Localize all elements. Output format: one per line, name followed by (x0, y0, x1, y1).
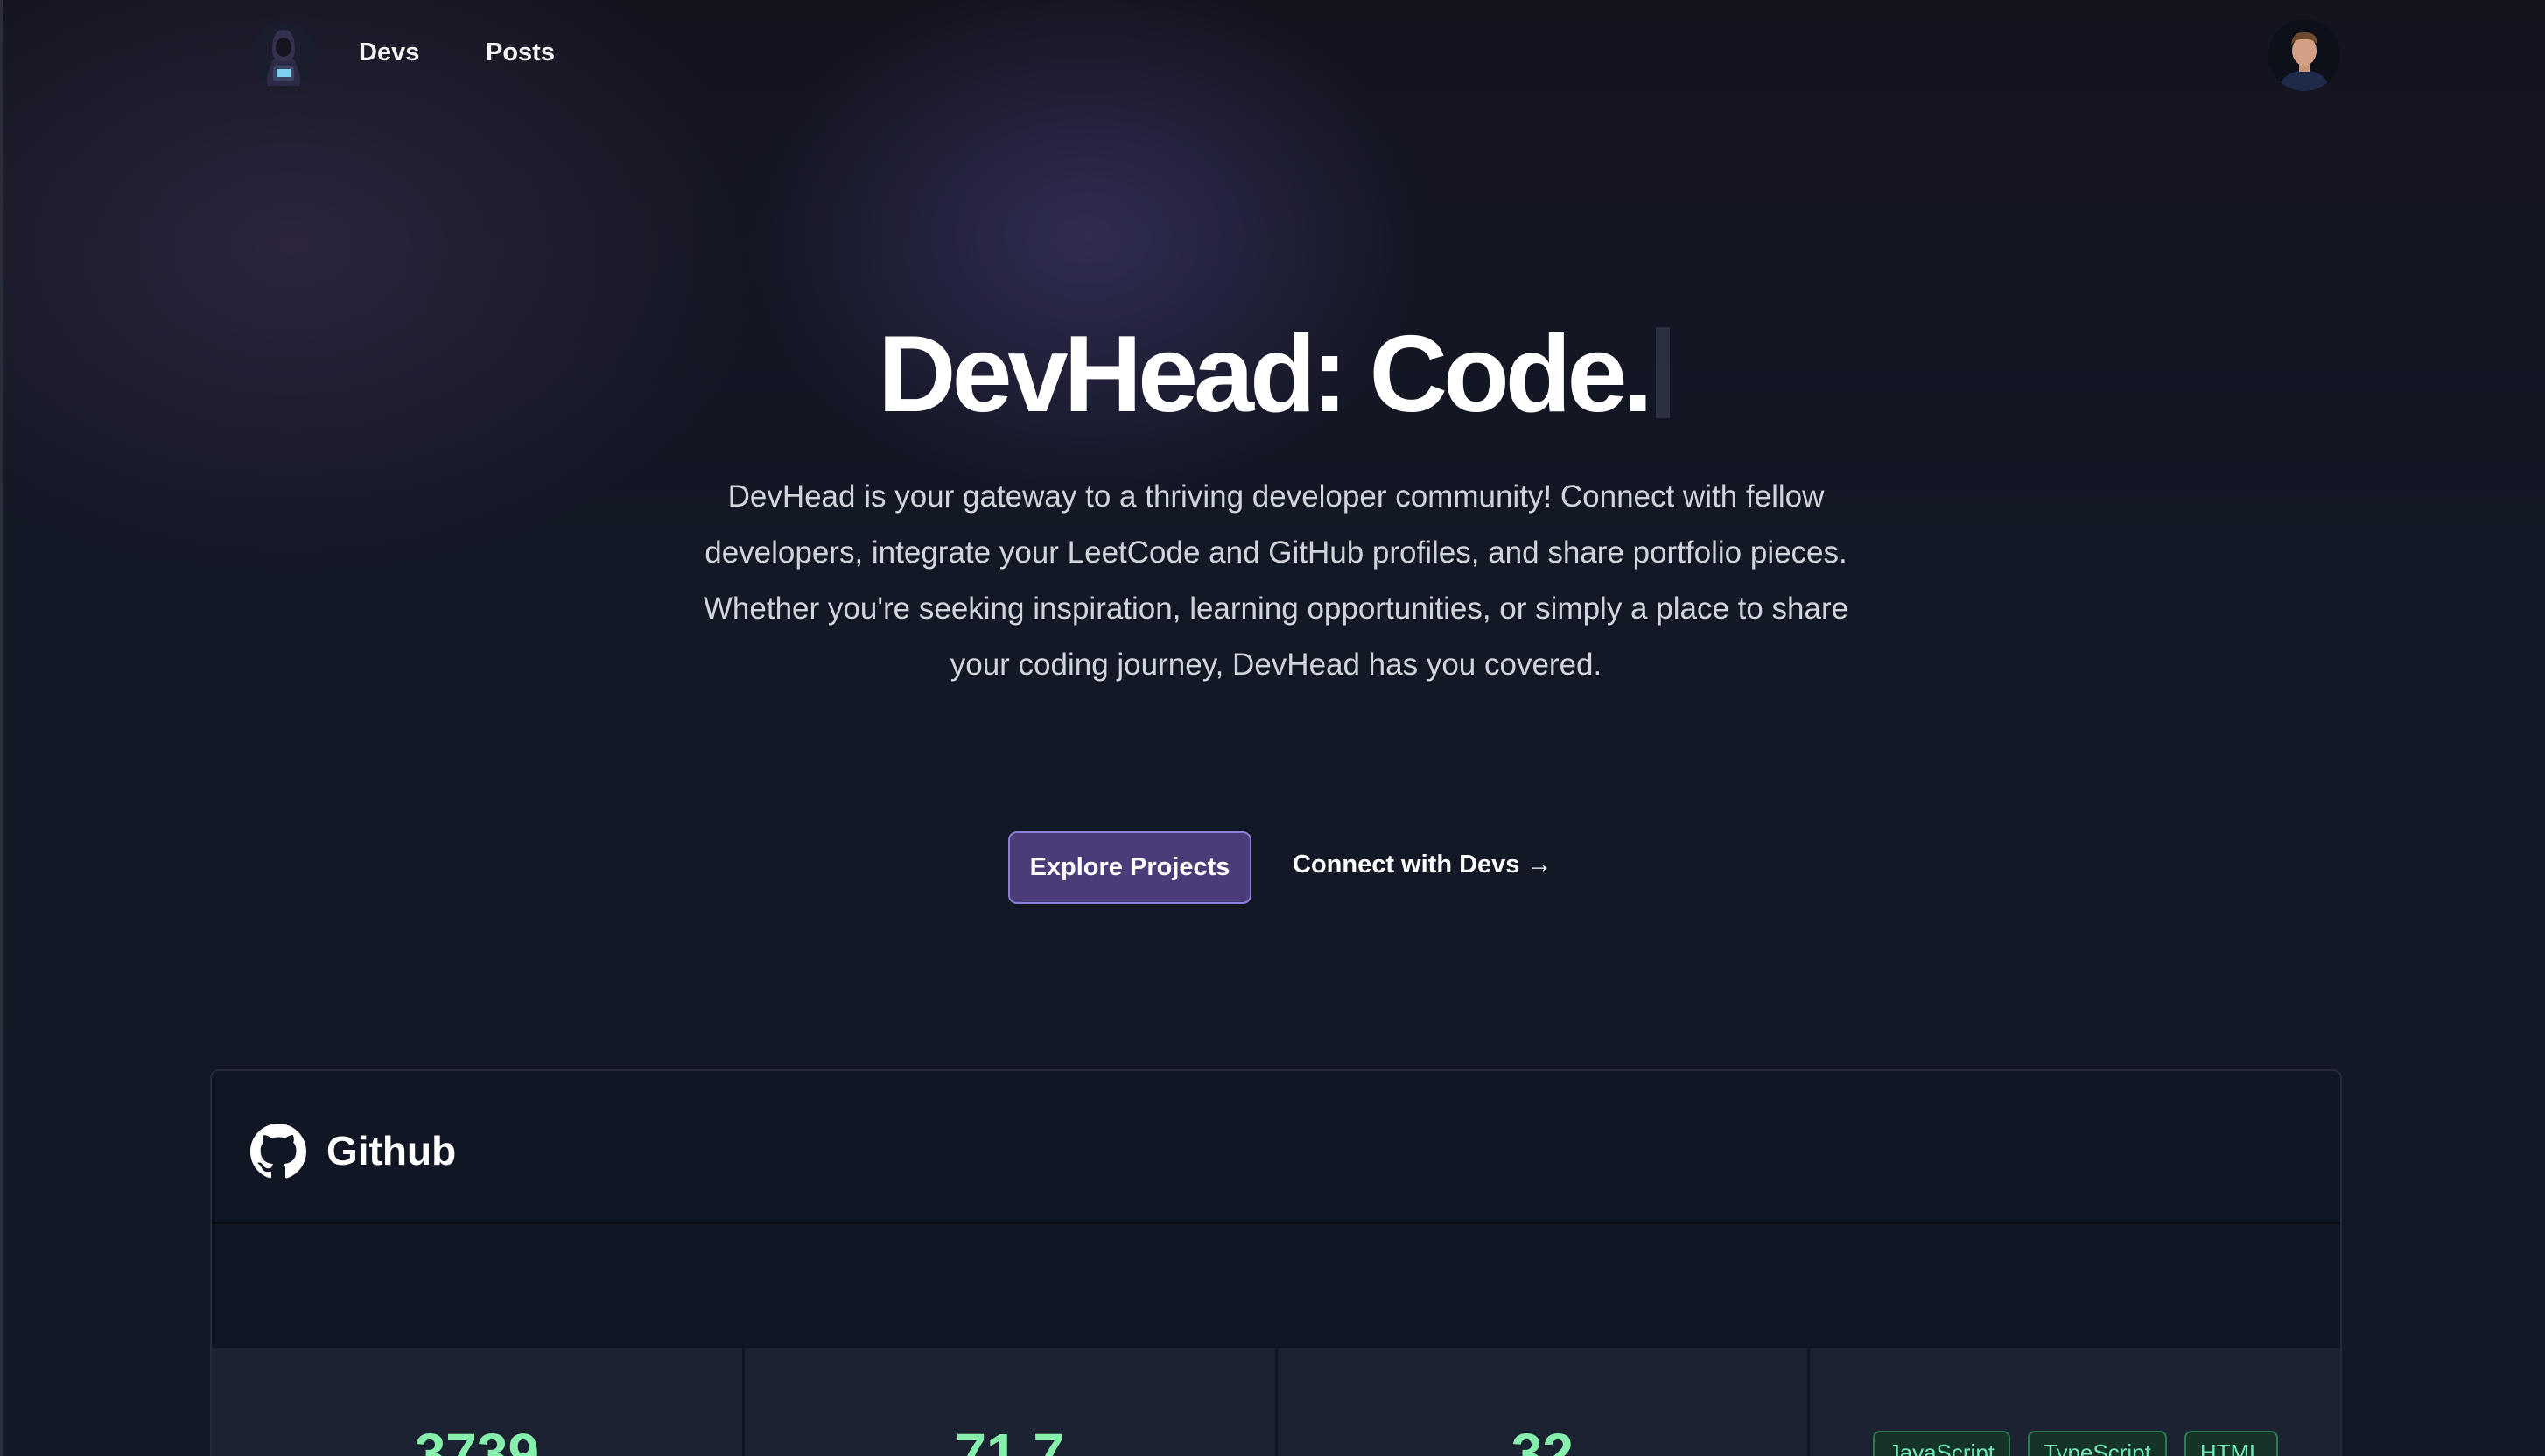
stat-cell: 3739 (212, 1348, 745, 1456)
stat-cell-languages: JavaScript TypeScript HTML (1810, 1348, 2340, 1456)
stat-value-3: 32 (1511, 1422, 1574, 1456)
language-tags: JavaScript TypeScript HTML (1810, 1431, 2340, 1456)
github-card-title: Github (326, 1128, 457, 1173)
explore-projects-button[interactable]: Explore Projects (1008, 831, 1251, 904)
stat-value-1: 3739 (414, 1422, 540, 1456)
stat-cell: 32 (1277, 1348, 1811, 1456)
typing-caret (1655, 327, 1670, 418)
nav-link-devs[interactable]: Devs (359, 38, 419, 67)
github-icon (250, 1124, 306, 1180)
top-nav: Devs Posts (3, 0, 2545, 112)
hero-title: DevHead: Code. (3, 313, 2545, 436)
user-avatar[interactable] (2268, 19, 2340, 91)
github-stats: 3739 71.7 32 JavaScript TypeScript HTML (212, 1348, 2340, 1456)
hero-description: DevHead is your gateway to a thriving de… (703, 480, 1849, 682)
connect-with-devs-link[interactable]: Connect with Devs → (1293, 850, 1553, 879)
nav-link-posts[interactable]: Posts (486, 38, 555, 67)
language-tag: JavaScript (1872, 1431, 2011, 1456)
github-card: Github 3739 71.7 32 JavaScript TypeScrip… (210, 1069, 2342, 1456)
language-tag: TypeScript (2028, 1431, 2167, 1456)
language-tag: HTML (2184, 1431, 2278, 1456)
stat-cell: 71.7 (744, 1348, 1278, 1456)
github-card-header: Github (212, 1071, 2340, 1224)
page: Devs Posts DevHead: Code. DevHead is you… (0, 0, 2545, 1456)
hero-title-text: DevHead: Code. (878, 314, 1653, 435)
logo-hacker-icon[interactable] (249, 21, 318, 89)
stat-value-2: 71.7 (955, 1422, 1064, 1456)
